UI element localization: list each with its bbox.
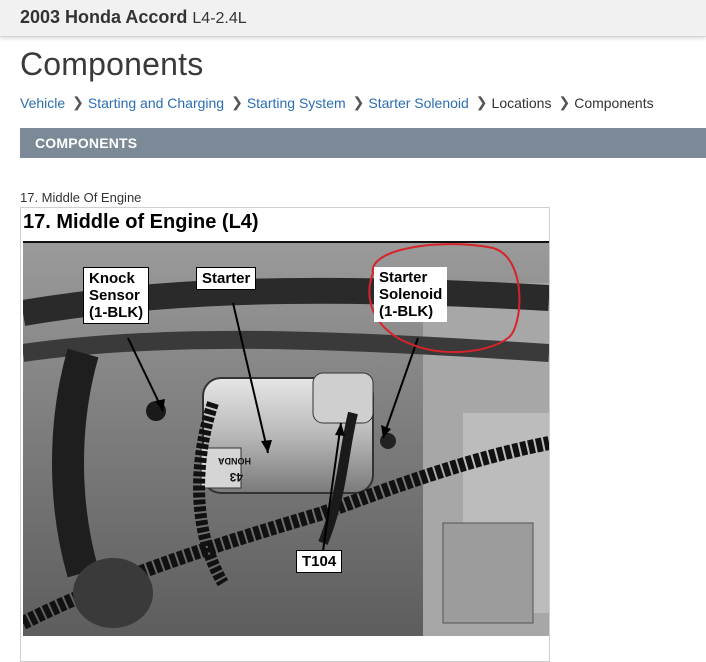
engine-diagram-image: HONDA 43 Knock Sensor (1-BLK) Starter St… bbox=[23, 241, 549, 636]
breadcrumb-starting-system[interactable]: Starting System bbox=[247, 95, 346, 111]
callout-starter-solenoid: Starter Solenoid (1-BLK) bbox=[374, 267, 448, 322]
figure-frame: 17. Middle of Engine (L4) HONDA 43 Knock… bbox=[20, 207, 550, 662]
page-title: Components bbox=[20, 46, 204, 82]
figure-heading: 17. Middle of Engine (L4) bbox=[23, 211, 259, 233]
section-header: COMPONENTS bbox=[20, 128, 706, 158]
chevron-right-icon: ❯ bbox=[231, 94, 243, 110]
breadcrumb-components: Components bbox=[574, 94, 654, 111]
vehicle-header-bar: 2003 Honda Accord L4-2.4L bbox=[0, 0, 706, 37]
starter-body-marking: HONDA bbox=[218, 456, 251, 466]
breadcrumb-locations: Locations bbox=[491, 94, 552, 111]
breadcrumb: Vehicle ❯ Starting and Charging ❯ Starti… bbox=[20, 94, 654, 111]
chevron-right-icon: ❯ bbox=[558, 94, 571, 110]
chevron-right-icon: ❯ bbox=[352, 94, 365, 110]
callout-knock-sensor: Knock Sensor (1-BLK) bbox=[83, 267, 150, 324]
breadcrumb-starting-and-charging[interactable]: Starting and Charging bbox=[88, 95, 224, 111]
figure-caption: 17. Middle Of Engine bbox=[20, 190, 142, 205]
chevron-right-icon: ❯ bbox=[475, 94, 488, 110]
callout-t104: T104 bbox=[296, 550, 343, 573]
callout-starter: Starter bbox=[196, 267, 257, 290]
chevron-right-icon: ❯ bbox=[72, 94, 84, 110]
breadcrumb-starter-solenoid[interactable]: Starter Solenoid bbox=[368, 95, 468, 111]
starter-number-marking: 43 bbox=[229, 470, 243, 484]
vehicle-engine: L4-2.4L bbox=[192, 10, 247, 27]
vehicle-name: 2003 Honda Accord bbox=[20, 7, 188, 27]
vehicle-title: 2003 Honda Accord L4-2.4L bbox=[20, 7, 247, 28]
breadcrumb-vehicle[interactable]: Vehicle bbox=[20, 95, 65, 111]
